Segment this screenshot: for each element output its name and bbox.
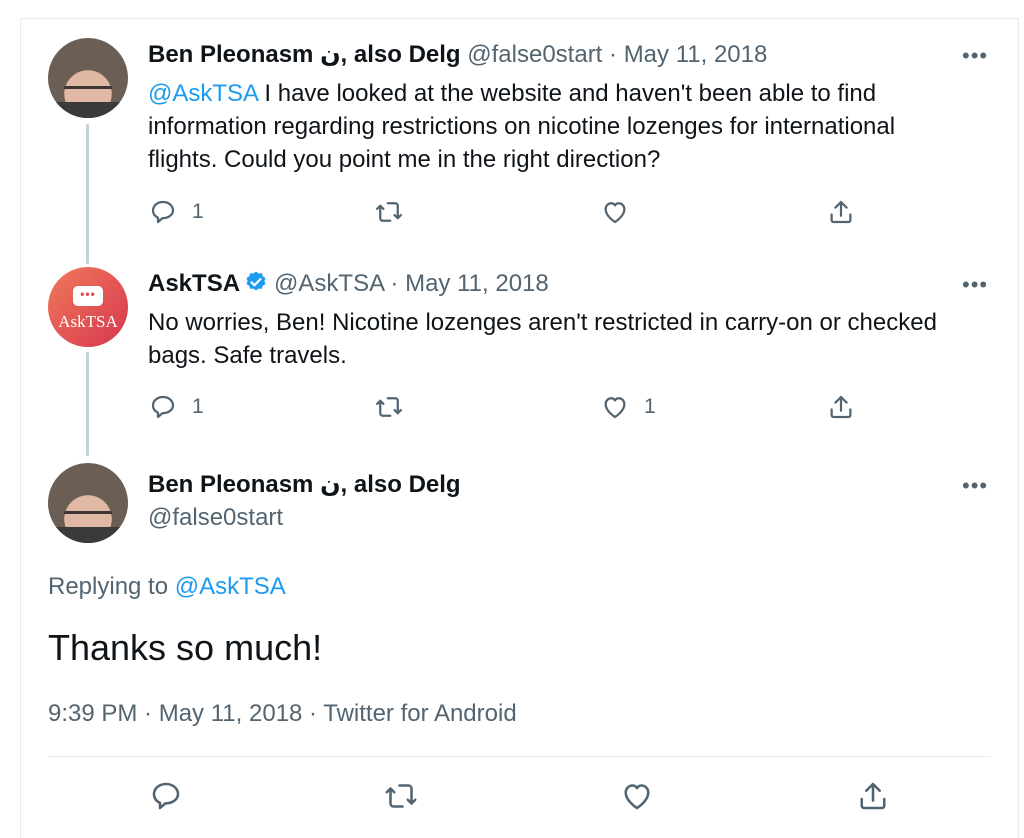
retweet-button[interactable] xyxy=(383,778,419,814)
retweet-button[interactable] xyxy=(374,197,404,227)
tweet-header: Ben Pleonasm ن, also Delg @false0start ·… xyxy=(148,40,767,70)
thread-line xyxy=(86,124,89,264)
author-name[interactable]: AskTSA xyxy=(148,270,240,297)
reply-icon xyxy=(151,395,175,419)
avatar-shirt xyxy=(48,527,128,543)
share-icon xyxy=(830,395,852,419)
tweet-meta[interactable]: 9:39 PM · May 11, 2018 · Twitter for And… xyxy=(48,699,517,729)
retweet-button[interactable] xyxy=(374,392,404,422)
tweet-header: AskTSA @AskTSA · May 11, 2018 xyxy=(148,269,549,299)
reply-button[interactable]: 1 xyxy=(148,392,204,422)
more-icon[interactable]: ••• xyxy=(962,475,988,497)
reply-icon xyxy=(151,200,175,224)
author-handle[interactable]: @AskTSA xyxy=(274,270,384,297)
avatar-glasses xyxy=(64,86,112,99)
share-button[interactable] xyxy=(826,392,856,422)
author-name[interactable]: Ben Pleonasm ن, also Delg xyxy=(148,41,461,68)
mention-link[interactable]: @AskTSA xyxy=(148,80,258,107)
retweet-icon xyxy=(376,397,402,417)
retweet-icon xyxy=(376,202,402,222)
like-icon xyxy=(624,784,650,810)
author-handle[interactable]: @false0start xyxy=(148,504,283,531)
like-button[interactable]: 1 xyxy=(600,392,656,422)
author-name[interactable]: Ben Pleonasm ن, also Delg xyxy=(148,471,461,498)
more-icon[interactable]: ••• xyxy=(962,274,988,296)
verified-badge-icon xyxy=(246,271,266,291)
tweet-date[interactable]: May 11, 2018 xyxy=(405,270,549,297)
like-icon xyxy=(604,397,626,419)
tweet-date[interactable]: May 11, 2018 xyxy=(624,41,768,68)
separator: · xyxy=(602,41,624,68)
avatar-label: AskTSA xyxy=(58,312,118,331)
author-handle[interactable]: @false0start xyxy=(467,41,602,68)
replying-to-link[interactable]: @AskTSA xyxy=(175,573,286,600)
tweet-text: @AskTSA I have looked at the website and… xyxy=(148,77,968,176)
like-button[interactable] xyxy=(619,778,655,814)
tweet-body: I have looked at the website and haven't… xyxy=(148,80,896,173)
avatar-shirt xyxy=(48,102,128,118)
share-button[interactable] xyxy=(855,778,891,814)
reply-count: 1 xyxy=(192,200,204,223)
more-icon[interactable]: ••• xyxy=(962,45,988,67)
tweet-text: No worries, Ben! Nicotine lozenges aren'… xyxy=(148,309,937,369)
reply-button[interactable]: 1 xyxy=(148,197,204,227)
replying-to: Replying to @AskTSA xyxy=(48,572,286,602)
replying-prefix: Replying to xyxy=(48,573,175,600)
share-icon xyxy=(860,782,886,810)
thread-line xyxy=(86,352,89,456)
avatar[interactable] xyxy=(48,463,128,543)
main-author-handle-row: @false0start xyxy=(148,503,283,533)
like-count: 1 xyxy=(644,395,656,418)
share-icon xyxy=(830,200,852,224)
divider xyxy=(48,756,991,757)
main-author-name: Ben Pleonasm ن, also Delg xyxy=(148,470,461,500)
main-tweet-text: Thanks so much! xyxy=(48,627,323,668)
reply-icon xyxy=(152,782,180,810)
chat-bubble-icon: ••• xyxy=(73,286,103,306)
like-button[interactable] xyxy=(600,197,644,227)
avatar[interactable]: ••• AskTSA xyxy=(48,267,128,347)
retweet-icon xyxy=(385,784,417,808)
avatar-glasses xyxy=(64,511,112,524)
like-icon xyxy=(604,202,626,224)
reply-button[interactable] xyxy=(148,778,184,814)
separator: · xyxy=(383,270,406,297)
avatar[interactable] xyxy=(48,38,128,118)
share-button[interactable] xyxy=(826,197,856,227)
reply-count: 1 xyxy=(192,395,204,418)
